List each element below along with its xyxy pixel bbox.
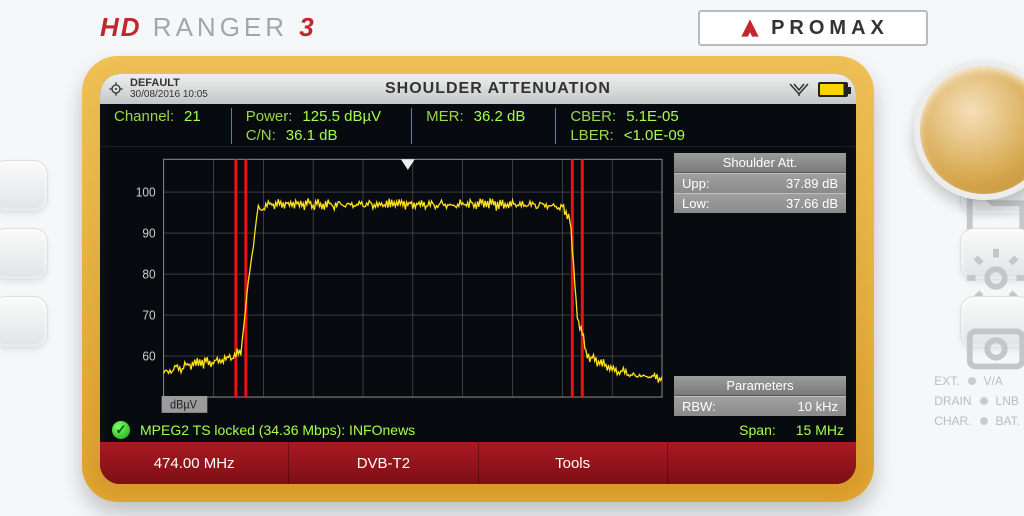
power-value: 125.5 dBµV <box>302 108 381 125</box>
parameters-header: Parameters <box>674 376 846 396</box>
title-bar: DEFAULT 30/08/2016 10:05 SHOULDER ATTENU… <box>100 74 856 104</box>
svg-text:70: 70 <box>142 308 155 322</box>
status-bar: ✓ MPEG2 TS locked (34.36 Mbps): INFOnews… <box>100 418 856 442</box>
measurement-bar: Channel:21 Power:125.5 dBµV C/N:36.1 dB … <box>100 104 856 147</box>
softkey-f3[interactable]: Tools <box>479 442 668 484</box>
parameters-panel: Parameters RBW:10 kHz <box>674 376 846 416</box>
datetime: 30/08/2016 10:05 <box>130 89 208 101</box>
status-text: MPEG2 TS locked (34.36 Mbps): INFOnews <box>140 422 415 438</box>
device-bezel: DEFAULT 30/08/2016 10:05 SHOULDER ATTENU… <box>82 56 874 502</box>
softkey-f4[interactable] <box>668 442 856 484</box>
softkey-bar: 474.00 MHz DVB-T2 Tools <box>100 442 856 484</box>
battery-icon <box>818 82 848 97</box>
cn-value: 36.1 dB <box>286 127 338 144</box>
svg-text:80: 80 <box>142 267 155 281</box>
spectrum-plot[interactable]: 60 70 80 90 100 dBµV <box>110 153 666 416</box>
target-icon <box>108 81 124 97</box>
lcd-screen: DEFAULT 30/08/2016 10:05 SHOULDER ATTENU… <box>100 74 856 484</box>
shoulder-low: 37.66 dB <box>786 196 838 211</box>
hw-button-settings[interactable] <box>960 228 1024 280</box>
hw-led-labels: EXT.V/A DRAINLNB CHAR.BAT. <box>934 368 1020 434</box>
span-value: 15 MHz <box>796 422 844 438</box>
rbw-value: 10 kHz <box>798 399 838 414</box>
svg-text:dBµV: dBµV <box>170 399 197 411</box>
hw-button-camera[interactable] <box>960 296 1024 348</box>
mer-value: 36.2 dB <box>474 108 526 144</box>
hw-button-left-3[interactable] <box>0 296 48 348</box>
shoulder-header: Shoulder Att. <box>674 153 846 173</box>
shoulder-att-panel: Shoulder Att. Upp:37.89 dB Low:37.66 dB <box>674 153 846 213</box>
hw-button-left-2[interactable] <box>0 228 48 280</box>
shoulder-upp: 37.89 dB <box>786 176 838 191</box>
lber-value: <1.0E-09 <box>624 127 685 144</box>
profile-name: DEFAULT <box>130 77 208 89</box>
svg-text:90: 90 <box>142 226 155 240</box>
device-brand: HD RANGER 3 <box>100 12 318 43</box>
svg-text:100: 100 <box>136 185 156 199</box>
softkey-f1[interactable]: 474.00 MHz <box>100 442 289 484</box>
antenna-icon <box>788 82 810 96</box>
channel-value: 21 <box>184 108 201 144</box>
hw-button-left-1[interactable] <box>0 160 48 212</box>
svg-text:60: 60 <box>142 349 155 363</box>
promax-logo: PROMAX <box>698 10 928 46</box>
rotary-knob[interactable] <box>914 60 1024 200</box>
lock-ok-icon: ✓ <box>112 421 130 439</box>
cber-value: 5.1E-05 <box>626 108 679 125</box>
softkey-f2[interactable]: DVB-T2 <box>289 442 478 484</box>
screen-title: SHOULDER ATTENUATION <box>208 80 788 98</box>
